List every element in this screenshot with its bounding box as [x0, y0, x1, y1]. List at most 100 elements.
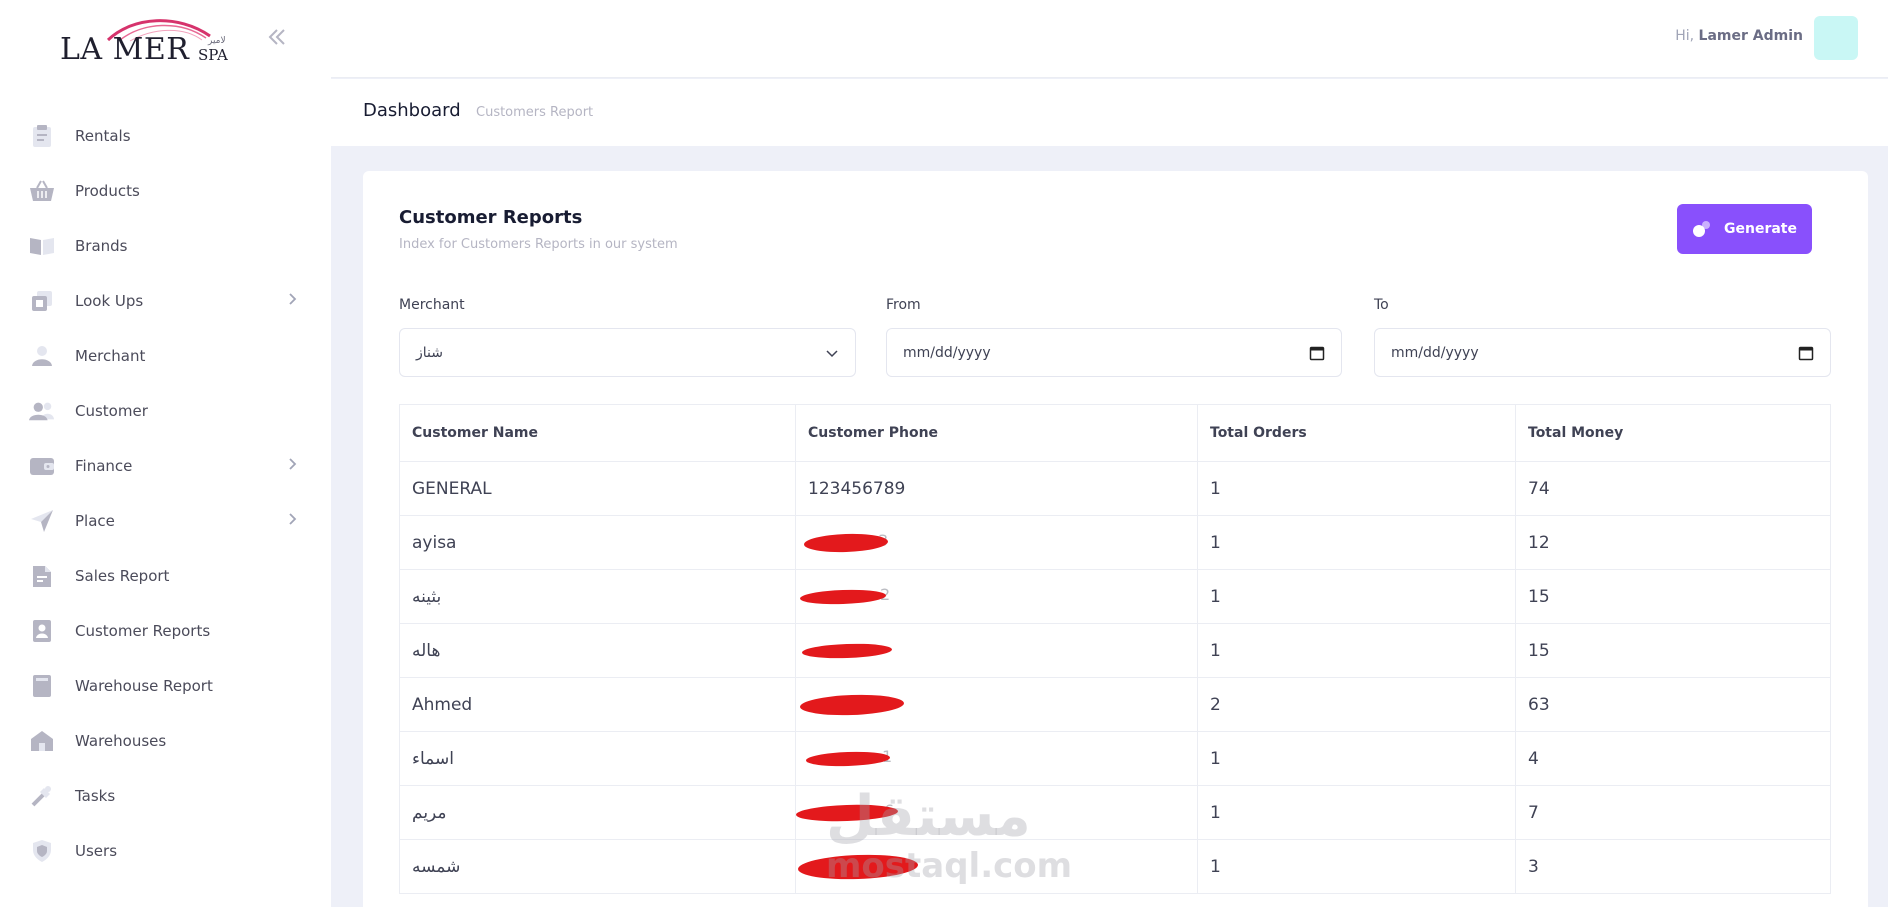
sidebar: LA MER لامير SPA Rentals Products Brands — [0, 0, 331, 907]
book-icon — [29, 233, 55, 259]
cell-total-orders: 1 — [1197, 515, 1516, 570]
cell-customer-phone: 3 — [795, 515, 1198, 570]
page-title[interactable]: Dashboard — [363, 100, 461, 121]
sidebar-item-products[interactable]: Products — [0, 163, 331, 218]
table-row[interactable]: GENERAL 123456789 1 74 — [399, 461, 1831, 516]
cell-total-money: 15 — [1515, 569, 1831, 624]
cell-total-money: 4 — [1515, 731, 1831, 786]
redaction-mark — [801, 642, 893, 660]
chevron-right-icon — [289, 293, 297, 305]
cell-customer-phone — [795, 839, 1198, 894]
navigation-icon — [29, 508, 55, 534]
table-row[interactable]: هاله 1 15 — [399, 623, 1831, 678]
breadcrumb-current: Customers Report — [476, 105, 594, 120]
generate-button-label: Generate — [1724, 221, 1797, 237]
card-title: Customer Reports — [399, 207, 583, 228]
sidebar-item-rentals[interactable]: Rentals — [0, 108, 331, 163]
sidebar-collapse-button[interactable] — [264, 24, 290, 50]
sidebar-item-merchant[interactable]: Merchant — [0, 328, 331, 383]
generate-icon — [1692, 219, 1712, 239]
cell-total-money: 15 — [1515, 623, 1831, 678]
redaction-mark — [799, 693, 905, 717]
table-row[interactable]: مريم 6 1 7 — [399, 785, 1831, 840]
cell-customer-phone — [795, 623, 1198, 678]
sidebar-item-finance[interactable]: Finance — [0, 438, 331, 493]
cell-total-money: 63 — [1515, 677, 1831, 732]
cell-customer-name: اسماء — [399, 731, 796, 786]
sidebar-item-label: Rentals — [75, 126, 131, 145]
column-header-customer-name[interactable]: Customer Name — [399, 404, 796, 462]
sidebar-item-tasks[interactable]: Tasks — [0, 768, 331, 823]
cell-customer-phone: 1 — [795, 731, 1198, 786]
cell-customer-name: شمسه — [399, 839, 796, 894]
cell-customer-phone: 6 — [795, 785, 1198, 840]
generate-button[interactable]: Generate — [1677, 204, 1812, 254]
file-icon — [29, 563, 55, 589]
sidebar-item-label: Finance — [75, 456, 133, 475]
tools-icon — [29, 783, 55, 809]
customer-report-table: Customer Name Customer Phone Total Order… — [399, 404, 1831, 894]
redaction-mark — [805, 750, 891, 768]
column-header-customer-phone[interactable]: Customer Phone — [795, 404, 1198, 462]
merchant-label: Merchant — [399, 297, 465, 313]
wallet-icon — [29, 453, 55, 479]
table-row[interactable]: ayisa 3 1 12 — [399, 515, 1831, 570]
from-label: From — [886, 297, 921, 313]
home-icon — [29, 728, 55, 754]
to-label: To — [1374, 297, 1389, 313]
sidebar-item-customer-reports[interactable]: Customer Reports — [0, 603, 331, 658]
cell-customer-name: ayisa — [399, 515, 796, 570]
avatar[interactable] — [1814, 16, 1858, 60]
sidebar-item-users[interactable]: Users — [0, 823, 331, 878]
user-greeting[interactable]: Hi, Lamer Admin — [1675, 28, 1803, 44]
cell-customer-name: مريم — [399, 785, 796, 840]
breadcrumb: Dashboard Customers Report — [331, 79, 1888, 146]
cell-customer-name: هاله — [399, 623, 796, 678]
sidebar-item-warehouses[interactable]: Warehouses — [0, 713, 331, 768]
basket-icon — [29, 178, 55, 204]
to-date-input[interactable]: mm/dd/yyyy — [1374, 328, 1831, 377]
calendar-icon[interactable] — [1798, 345, 1814, 361]
cell-total-orders: 1 — [1197, 569, 1516, 624]
customer-reports-card: Customer Reports Index for Customers Rep… — [363, 171, 1868, 907]
cell-total-orders: 2 — [1197, 677, 1516, 732]
redaction-mark — [799, 588, 887, 606]
sidebar-item-sales-report[interactable]: Sales Report — [0, 548, 331, 603]
layers-icon — [29, 288, 55, 314]
user-card-icon — [29, 618, 55, 644]
book-closed-icon — [29, 673, 55, 699]
merchant-select-value: شناز — [416, 344, 443, 361]
sidebar-item-customer[interactable]: Customer — [0, 383, 331, 438]
sidebar-item-label: Tasks — [75, 786, 116, 805]
sidebar-item-label: Customer — [75, 401, 148, 420]
sidebar-item-place[interactable]: Place — [0, 493, 331, 548]
column-header-total-orders[interactable]: Total Orders — [1197, 404, 1516, 462]
logo-text: LA MER — [60, 32, 190, 67]
user-name: Lamer Admin — [1698, 28, 1803, 44]
merchant-select[interactable]: شناز — [399, 328, 856, 377]
cell-total-orders: 1 — [1197, 623, 1516, 678]
table-row[interactable]: اسماء 1 1 4 — [399, 731, 1831, 786]
sidebar-item-warehouse-report[interactable]: Warehouse Report — [0, 658, 331, 713]
from-date-input[interactable]: mm/dd/yyyy — [886, 328, 1342, 377]
cell-customer-phone: 123456789 — [795, 461, 1198, 516]
cell-total-orders: 1 — [1197, 785, 1516, 840]
cell-customer-name: بثينه — [399, 569, 796, 624]
column-header-total-money[interactable]: Total Money — [1515, 404, 1831, 462]
cell-total-money: 3 — [1515, 839, 1831, 894]
chevron-down-icon — [825, 346, 839, 360]
redaction-mark — [795, 803, 899, 823]
table-row[interactable]: بثينه 2 1 15 — [399, 569, 1831, 624]
greeting-prefix: Hi, — [1675, 28, 1695, 44]
logo-arabic: لامير — [208, 36, 226, 46]
table-row[interactable]: شمسه 1 3 — [399, 839, 1831, 894]
brand-logo[interactable]: LA MER لامير SPA — [60, 14, 240, 68]
sidebar-item-lookups[interactable]: Look Ups — [0, 273, 331, 328]
cell-customer-phone — [795, 677, 1198, 732]
sidebar-item-label: Warehouse Report — [75, 676, 213, 695]
table-row[interactable]: Ahmed 2 63 — [399, 677, 1831, 732]
calendar-icon[interactable] — [1309, 345, 1325, 361]
double-chevron-left-icon — [268, 29, 285, 45]
cell-total-orders: 1 — [1197, 461, 1516, 516]
sidebar-item-brands[interactable]: Brands — [0, 218, 331, 273]
